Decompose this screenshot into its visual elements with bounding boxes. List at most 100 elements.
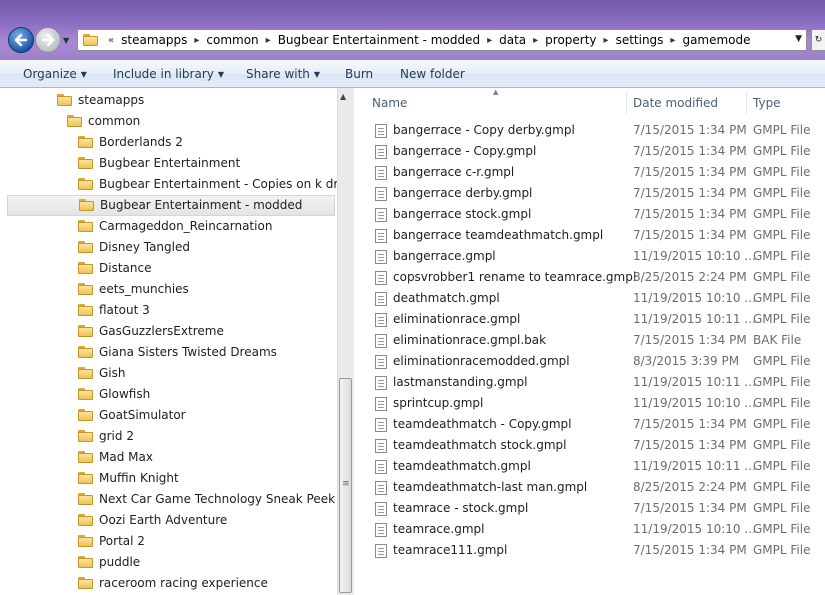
chevron-right-icon[interactable]: ▸ bbox=[487, 35, 492, 46]
nav-item[interactable]: Bugbear Entertainment - Copies on k driv… bbox=[78, 174, 337, 195]
breadcrumb-gamemode[interactable]: gamemode bbox=[682, 33, 750, 47]
file-row[interactable]: bangerrace.gmpl 11/19/2015 10:10 ... GMPL … bbox=[371, 246, 825, 267]
column-header-date[interactable]: Date modified bbox=[633, 96, 718, 110]
refresh-button[interactable]: ↻ bbox=[811, 29, 825, 51]
address-bar[interactable]: « steamapps ▸ common ▸ Bugbear Entertain… bbox=[77, 29, 807, 51]
file-type: GMPL File bbox=[753, 165, 811, 179]
nav-scrollbar[interactable]: ▲ ≡ bbox=[337, 88, 354, 595]
nav-item[interactable]: Glowfish bbox=[78, 384, 150, 405]
column-divider[interactable] bbox=[746, 92, 747, 114]
nav-item[interactable]: steamapps bbox=[57, 90, 144, 111]
file-row[interactable]: sprintcup.gmpl 11/19/2015 10:10 ... GMPL F… bbox=[371, 393, 825, 414]
breadcrumb-settings[interactable]: settings bbox=[616, 33, 664, 47]
nav-item[interactable]: Oozi Earth Adventure bbox=[78, 510, 227, 531]
file-row[interactable]: teamdeathmatch stock.gmpl 7/15/2015 1:34 … bbox=[371, 435, 825, 456]
file-date-modified: 8/25/2015 2:24 PM bbox=[633, 480, 747, 494]
chevron-right-icon[interactable]: ▸ bbox=[194, 35, 199, 46]
nav-item[interactable]: Next Car Game Technology Sneak Peek bbox=[78, 489, 335, 510]
nav-item[interactable]: grid 2 bbox=[78, 426, 134, 447]
file-row[interactable]: teamrace111.gmpl 7/15/2015 1:34 PM GMPL Fi… bbox=[371, 540, 825, 561]
nav-item[interactable]: raceroom racing experience bbox=[78, 573, 268, 594]
nav-item[interactable]: Bugbear Entertainment bbox=[78, 153, 240, 174]
recent-pages-dropdown-icon[interactable]: ▼ bbox=[63, 36, 69, 45]
file-type: GMPL File bbox=[753, 459, 811, 473]
document-icon bbox=[375, 229, 387, 243]
new-folder-button[interactable]: New folder bbox=[400, 67, 465, 81]
nav-item[interactable]: Giana Sisters Twisted Dreams bbox=[78, 342, 277, 363]
nav-item[interactable]: puddle bbox=[78, 552, 140, 573]
file-row[interactable]: teamrace - stock.gmpl 7/15/2015 1:34 PM GM… bbox=[371, 498, 825, 519]
forward-button[interactable] bbox=[35, 27, 61, 53]
file-date-modified: 8/25/2015 2:24 PM bbox=[633, 270, 747, 284]
address-dropdown-icon[interactable]: ▼ bbox=[795, 34, 802, 44]
file-row[interactable]: bangerrace - Copy.gmpl 7/15/2015 1:34 PM G… bbox=[371, 141, 825, 162]
chevron-right-icon[interactable]: ▸ bbox=[670, 35, 675, 46]
document-icon bbox=[375, 439, 387, 453]
nav-item[interactable]: GasGuzzlersExtreme bbox=[78, 321, 224, 342]
file-type: GMPL File bbox=[753, 396, 811, 410]
document-icon bbox=[375, 313, 387, 327]
column-divider[interactable] bbox=[626, 92, 627, 114]
breadcrumb-bugbear-modded[interactable]: Bugbear Entertainment - modded bbox=[278, 33, 480, 47]
file-row[interactable]: eliminationracemodded.gmpl 8/3/2015 3:39 … bbox=[371, 351, 825, 372]
file-row[interactable]: teamdeathmatch-last man.gmpl 8/25/2015 2:… bbox=[371, 477, 825, 498]
folder-icon bbox=[78, 492, 93, 505]
scroll-up-arrow-icon[interactable]: ▲ bbox=[340, 92, 346, 101]
nav-item[interactable]: Carmageddon_Reincarnation bbox=[78, 216, 272, 237]
nav-item[interactable]: Gish bbox=[78, 363, 126, 384]
nav-item[interactable]: Mad Max bbox=[78, 447, 153, 468]
nav-item[interactable]: flatout 3 bbox=[78, 300, 150, 321]
burn-button[interactable]: Burn bbox=[345, 67, 373, 81]
nav-item[interactable]: Muffin Knight bbox=[78, 468, 179, 489]
file-row[interactable]: bangerrace derby.gmpl 7/15/2015 1:34 PM GM… bbox=[371, 183, 825, 204]
column-header-name[interactable]: Name bbox=[372, 96, 407, 110]
breadcrumb-property[interactable]: property bbox=[545, 33, 596, 47]
file-date-modified: 11/19/2015 10:10 ... bbox=[633, 291, 756, 305]
nav-item-label: Glowfish bbox=[99, 387, 151, 401]
nav-item[interactable]: Borderlands 2 bbox=[78, 132, 183, 153]
file-row[interactable]: teamdeathmatch.gmpl 11/19/2015 10:11 ... G… bbox=[371, 456, 825, 477]
chevron-right-icon[interactable]: ▸ bbox=[266, 35, 271, 46]
back-arrow-icon bbox=[14, 33, 28, 47]
nav-item[interactable]: GoatSimulator bbox=[78, 405, 186, 426]
file-row[interactable]: bangerrace - Copy derby.gmpl 7/15/2015 1:… bbox=[371, 120, 825, 141]
breadcrumb-common[interactable]: common bbox=[206, 33, 258, 47]
navigation-pane[interactable]: steamapps common Borderlands 2 Bugbear Ente… bbox=[0, 88, 337, 595]
file-row[interactable]: bangerrace c-r.gmpl 7/15/2015 1:34 PM GMPL… bbox=[371, 162, 825, 183]
folder-icon bbox=[78, 366, 93, 379]
file-row[interactable]: deathmatch.gmpl 11/19/2015 10:10 ... GMPL … bbox=[371, 288, 825, 309]
nav-item[interactable]: Disney Tangled bbox=[78, 237, 190, 258]
file-row[interactable]: eliminationrace.gmpl 11/19/2015 10:11 ...… bbox=[371, 309, 825, 330]
nav-item[interactable]: eets_munchies bbox=[78, 279, 189, 300]
nav-item[interactable]: Bugbear Entertainment - modded bbox=[7, 195, 335, 216]
folder-icon bbox=[78, 576, 93, 589]
column-header-type[interactable]: Type bbox=[753, 96, 781, 110]
back-button[interactable] bbox=[8, 27, 34, 53]
organize-button[interactable]: Organize ▼ bbox=[23, 67, 87, 81]
file-type: GMPL File bbox=[753, 480, 811, 494]
include-in-library-button[interactable]: Include in library ▼ bbox=[113, 67, 224, 81]
file-row[interactable]: lastmanstanding.gmpl 11/19/2015 10:11 ...… bbox=[371, 372, 825, 393]
breadcrumb-steamapps[interactable]: steamapps bbox=[121, 33, 187, 47]
nav-item[interactable]: Portal 2 bbox=[78, 531, 145, 552]
file-row[interactable]: bangerrace stock.gmpl 7/15/2015 1:34 PM GM… bbox=[371, 204, 825, 225]
folder-icon bbox=[78, 408, 93, 421]
document-icon bbox=[375, 460, 387, 474]
chevron-right-icon[interactable]: ▸ bbox=[604, 35, 609, 46]
scrollbar-thumb[interactable]: ≡ bbox=[339, 378, 352, 593]
file-row[interactable]: teamdeathmatch - Copy.gmpl 7/15/2015 1:34… bbox=[371, 414, 825, 435]
share-with-button[interactable]: Share with ▼ bbox=[246, 67, 320, 81]
file-row[interactable]: copsvrobber1 rename to teamrace.gmpl 8/25… bbox=[371, 267, 825, 288]
nav-item-label: Bugbear Entertainment - Copies on k driv… bbox=[99, 177, 337, 191]
file-row[interactable]: eliminationrace.gmpl.bak 7/15/2015 1:34 P… bbox=[371, 330, 825, 351]
nav-item[interactable]: common bbox=[67, 111, 140, 132]
nav-item-label: Giana Sisters Twisted Dreams bbox=[99, 345, 277, 359]
chevron-right-icon[interactable]: ▸ bbox=[533, 35, 538, 46]
file-row[interactable]: bangerrace teamdeathmatch.gmpl 7/15/2015 … bbox=[371, 225, 825, 246]
nav-item[interactable]: Distance bbox=[78, 258, 151, 279]
file-list-pane[interactable]: ▲ Name Date modified Type bangerrace - C… bbox=[355, 88, 825, 595]
breadcrumb-data[interactable]: data bbox=[499, 33, 526, 47]
overflow-chevron[interactable]: « bbox=[108, 35, 114, 46]
file-row[interactable]: teamrace.gmpl 11/19/2015 10:10 ... GMPL Fi… bbox=[371, 519, 825, 540]
file-date-modified: 7/15/2015 1:34 PM bbox=[633, 144, 747, 158]
